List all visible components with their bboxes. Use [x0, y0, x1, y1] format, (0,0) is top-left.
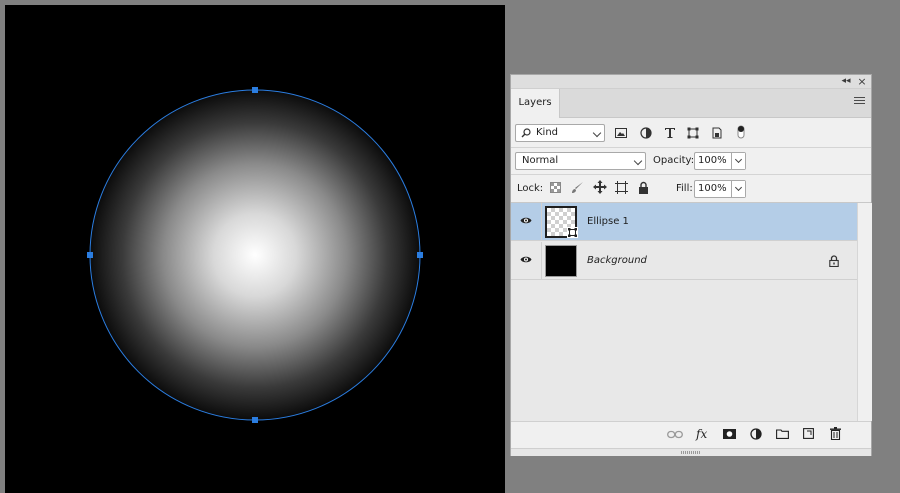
- ellipse-shape: [90, 90, 420, 420]
- row-divider: [541, 242, 542, 279]
- fill-field[interactable]: 100%: [694, 180, 746, 198]
- layers-panel: ◂◂ × Layers Kind Normal Opacity: 100% Lo…: [510, 74, 872, 456]
- lock-label: Lock:: [517, 183, 544, 194]
- fx-icon[interactable]: fx: [696, 427, 707, 441]
- fill-label: Fill:: [676, 183, 693, 194]
- lock-transparent-pixels-icon[interactable]: [550, 182, 561, 193]
- lock-row: Lock: Fill: 100%: [511, 175, 871, 203]
- add-mask-icon[interactable]: [723, 429, 736, 439]
- lock-icon[interactable]: [829, 255, 839, 267]
- shape-layer-badge-icon: [567, 227, 578, 238]
- fill-value: 100%: [698, 183, 727, 194]
- layer-thumbnail[interactable]: [545, 245, 577, 277]
- filter-kind-label: Kind: [536, 127, 559, 138]
- anchor-point-bottom: [252, 417, 258, 423]
- eye-visibility-icon[interactable]: [520, 216, 532, 225]
- collapse-panel-button[interactable]: ◂◂: [839, 75, 853, 88]
- anchor-point-right: [417, 252, 423, 258]
- filter-toggle-icon[interactable]: [737, 125, 745, 139]
- eye-visibility-icon[interactable]: [520, 255, 532, 264]
- layers-bottom-toolbar: fx: [511, 421, 871, 449]
- layer-row-ellipse-1[interactable]: Ellipse 1: [511, 203, 857, 241]
- canvas-artwork: [87, 87, 423, 423]
- blend-row: Normal Opacity: 100%: [511, 148, 871, 175]
- opacity-field[interactable]: 100%: [694, 152, 746, 170]
- panel-titlebar: ◂◂ ×: [511, 75, 871, 89]
- fill-chevron-icon[interactable]: [731, 181, 745, 197]
- panel-tabbar: Layers: [511, 89, 871, 118]
- opacity-value: 100%: [698, 155, 727, 166]
- delete-layer-icon[interactable]: [830, 427, 841, 440]
- lock-artboard-icon[interactable]: [615, 181, 628, 194]
- type-filter-icon[interactable]: [664, 127, 676, 139]
- layer-name[interactable]: Ellipse 1: [587, 216, 629, 227]
- opacity-chevron-icon[interactable]: [731, 153, 745, 169]
- search-icon: [521, 128, 531, 138]
- lock-image-pixels-icon[interactable]: [571, 181, 584, 194]
- new-group-icon[interactable]: [776, 429, 789, 439]
- layer-list-scrollbar[interactable]: [857, 203, 872, 421]
- blend-mode-dropdown[interactable]: Normal: [515, 152, 646, 170]
- chevron-down-icon: [592, 128, 602, 138]
- lock-all-icon[interactable]: [638, 181, 649, 194]
- panel-resize-grip[interactable]: [511, 448, 871, 456]
- link-layers-icon[interactable]: [667, 430, 683, 439]
- blend-mode-value: Normal: [522, 155, 559, 166]
- adjustment-filter-icon[interactable]: [640, 127, 652, 139]
- chevron-down-icon: [633, 156, 643, 166]
- layer-list: Ellipse 1 Background: [511, 203, 857, 421]
- filter-kind-dropdown[interactable]: Kind: [515, 124, 605, 142]
- tab-layers[interactable]: Layers: [511, 89, 560, 118]
- close-panel-button[interactable]: ×: [856, 75, 868, 88]
- shape-filter-icon[interactable]: [687, 127, 699, 139]
- adjustment-layer-icon[interactable]: [750, 428, 762, 440]
- opacity-label: Opacity:: [653, 155, 695, 166]
- row-divider: [541, 203, 542, 240]
- new-layer-icon[interactable]: [803, 428, 814, 439]
- smart-object-filter-icon[interactable]: [711, 127, 723, 139]
- document-canvas[interactable]: [5, 5, 505, 493]
- layer-name[interactable]: Background: [587, 255, 647, 266]
- image-filter-icon[interactable]: [615, 128, 627, 138]
- layer-row-background[interactable]: Background: [511, 242, 857, 280]
- filter-row: Kind: [511, 118, 871, 148]
- anchor-point-left: [87, 252, 93, 258]
- lock-position-icon[interactable]: [593, 180, 607, 194]
- hamburger-menu-icon[interactable]: [854, 97, 865, 108]
- anchor-point-top: [252, 87, 258, 93]
